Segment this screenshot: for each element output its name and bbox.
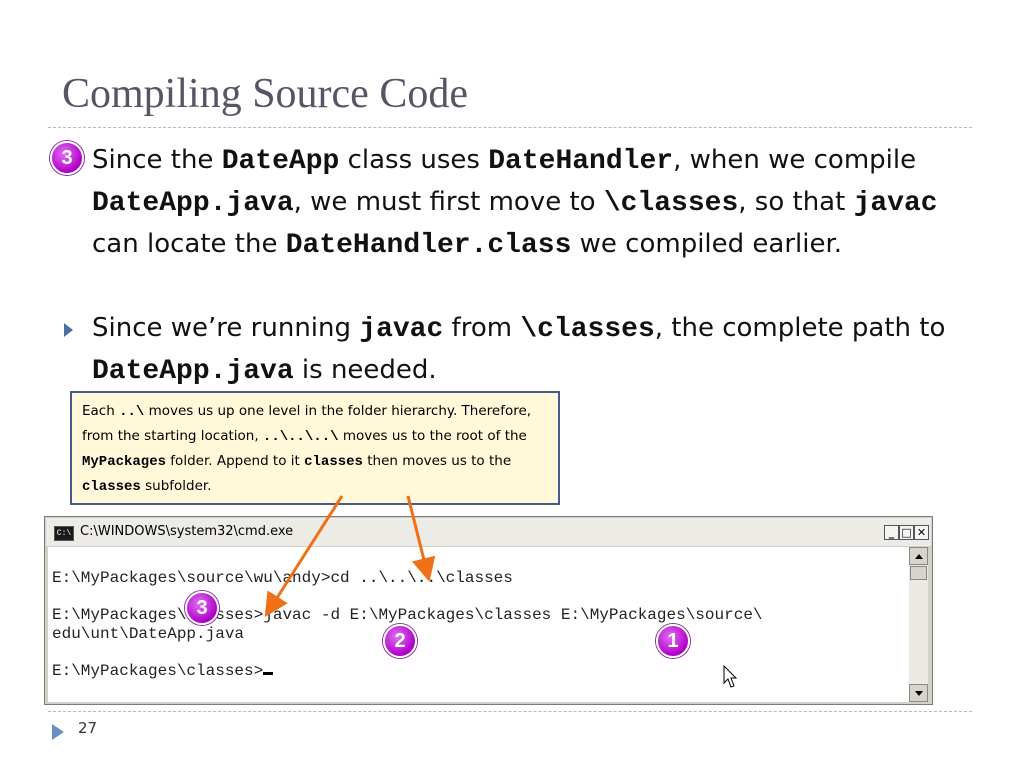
code-datehandler-class: DateHandler.class [285,230,572,261]
cmd-title: C:\WINDOWS\system32\cmd.exe [80,524,294,539]
code-javac: javac [359,314,444,345]
scroll-up-button[interactable] [909,547,928,565]
step-badge-1: 1 [656,624,690,658]
code-classes: \classes [603,188,739,219]
step-badge-3: 3 [185,591,219,625]
explanation-callout: Each ..\ moves us up one level in the fo… [70,391,560,505]
text: then moves us to the [362,453,512,469]
cmd-titlebar[interactable]: C:\ C:\WINDOWS\system32\cmd.exe _ □ ✕ [46,518,931,546]
text: is needed. [293,355,437,385]
arrow-down-icon [915,691,923,696]
code-dateapp-java: DateApp.java [92,188,294,219]
prompt-text: E:\MyPackages\classes> [52,662,264,680]
arrow-up-icon [915,554,923,559]
cmd-line-4: E:\MyPackages\classes> [52,662,274,680]
text: class uses [339,145,489,175]
footer-divider [48,711,972,712]
code-up-three: ..\..\..\ [262,429,339,445]
code-mypackages: MyPackages [82,454,167,470]
cursor [263,672,274,675]
text: can locate the [92,229,286,259]
text: folder. Append to it [166,453,305,469]
scroll-thumb[interactable] [910,566,927,580]
code-classes: classes [304,454,363,470]
code-dateapp-java: DateApp.java [92,356,294,387]
slide-title: Compiling Source Code [62,71,468,117]
text: Since we’re running [92,313,360,343]
title-divider [48,127,972,128]
text: , the complete path to [654,313,946,343]
text: , when we compile [673,145,917,175]
cmd-window: C:\ C:\WINDOWS\system32\cmd.exe _ □ ✕ E:… [44,516,933,705]
minimize-button[interactable]: _ [884,525,899,540]
cmd-output[interactable]: E:\MyPackages\source\wu\andy>cd ..\..\..… [48,547,909,702]
text: from [443,313,521,343]
close-button[interactable]: ✕ [914,525,929,540]
code-dateapp: DateApp [221,146,340,177]
text: Each [82,403,120,419]
code-datehandler: DateHandler [488,146,674,177]
triangle-right-icon [52,724,64,740]
text: we compiled earlier. [571,229,843,259]
code-javac: javac [853,188,938,219]
code-classes: classes [82,479,141,495]
code-classes: \classes [520,314,655,345]
cmd-line-3: edu\unt\DateApp.java [52,625,245,643]
page-number: 27 [78,719,98,737]
maximize-button[interactable]: □ [899,525,914,540]
mouse-pointer-icon [723,665,738,688]
cmd-line-1: E:\MyPackages\source\wu\andy>cd ..\..\..… [52,569,513,587]
bullet-running-javac: Since we’re running javac from \classes,… [92,308,972,392]
text: Since the [92,145,222,175]
text: , we must first move to [293,187,604,217]
text: subfolder. [140,478,212,494]
cmd-line-2: E:\MyPackages\classes>javac -d E:\MyPack… [52,606,763,624]
scroll-down-button[interactable] [909,684,928,702]
text: moves us to the root of the [338,428,527,444]
console-icon: C:\ [54,526,74,541]
code-up-one: ..\ [119,404,145,420]
text: , so that [738,187,854,217]
step-badge-2: 2 [383,624,417,658]
vertical-scrollbar[interactable] [909,547,928,702]
bullet-compile-dateapp: Since the DateApp class uses DateHandler… [92,140,972,266]
step-badge-3-bullet: 3 [50,141,84,175]
triangle-right-icon [64,323,73,337]
